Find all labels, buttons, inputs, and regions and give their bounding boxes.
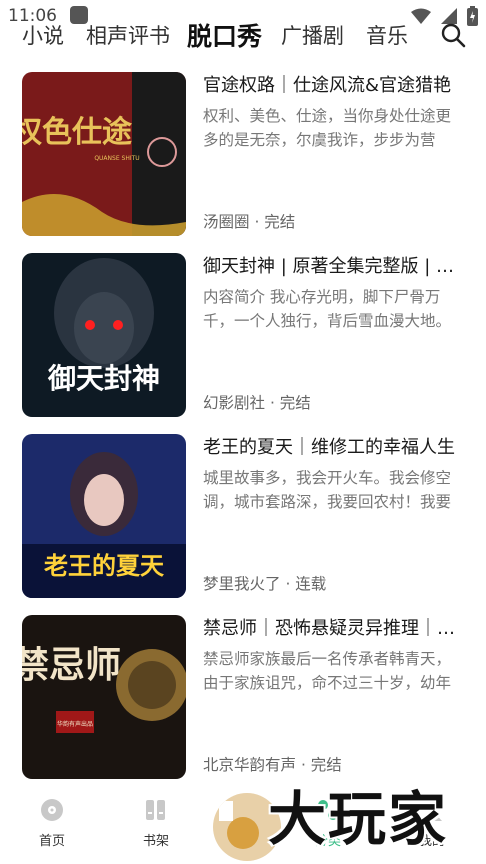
book-title: 禁忌师｜恐怖悬疑灵异推理｜多人剧 [203, 618, 465, 639]
list-item[interactable]: 老王的夏天 老王的夏天｜维修工的幸福人生 城里故事多，我会开火车。我会修空调，城… [0, 434, 486, 600]
cover-subtitle-text: QUANSE SHITU [94, 155, 139, 162]
nav-bookshelf[interactable]: 书架 [121, 798, 191, 849]
cover-title-text: 老王的夏天 [44, 552, 164, 580]
watermark: 大玩家 [206, 772, 486, 864]
book-title: 官途权路｜仕途风流&官途猎艳 [203, 75, 452, 96]
list-item[interactable]: 禁忌师 华韵有声出品 禁忌师｜恐怖悬疑灵异推理｜多人剧 禁忌师家族最后一名传承者… [0, 615, 486, 781]
book-cover: 禁忌师 华韵有声出品 [22, 615, 186, 779]
tab-novel[interactable]: 小说 [22, 20, 64, 50]
list-item[interactable]: 权色仕途 QUANSE SHITU 官途权路｜仕途风流&官途猎艳 权利、美色、仕… [0, 72, 486, 238]
book-cover: 御天封神 [22, 253, 186, 417]
book-author: 梦里我火了 [203, 575, 281, 593]
nav-label: 首页 [38, 834, 65, 849]
book-status: 完结 [279, 394, 311, 412]
book-description: 城里故事多，我会开火车。我会修空调，城市套路深，我要回农村！我要 [203, 469, 452, 511]
cover-title-text: 禁忌师 [22, 644, 121, 686]
book-description: 权利、美色、仕途，当你身处仕途更多的是无奈，尔虞我诈，步步为营 [203, 107, 452, 149]
tab-talkshow[interactable]: 脱口秀 [187, 17, 262, 53]
list-item[interactable]: 御天封神 御天封神 | 原著全集完整版 | 多人精品 内容简介 我心存光明，脚下… [0, 253, 486, 419]
nav-home[interactable]: 首页 [17, 798, 87, 849]
watermark-text: 大玩家 [268, 785, 449, 853]
tab-music[interactable]: 音乐 [366, 20, 408, 50]
book-meta: 梦里我火了 · 连载 [203, 575, 327, 593]
search-icon[interactable] [440, 22, 466, 48]
book-description: 禁忌师家族最后一名传承者韩青天，由于家族诅咒，命不过三十岁，幼年 [203, 650, 452, 692]
book-title: 御天封神 | 原著全集完整版 | 多人精品 [203, 256, 465, 277]
book-title: 老王的夏天｜维修工的幸福人生 [203, 437, 455, 458]
book-status: 连载 [295, 575, 327, 593]
cover-badge-text: 华韵有声出品 [57, 720, 93, 728]
category-tabbar: 小说 相声评书 脱口秀 广播剧 音乐 [0, 14, 486, 54]
bookshelf-icon [146, 800, 165, 820]
book-meta: 幻影剧社 · 完结 [203, 394, 311, 412]
cover-title-text: 御天封神 [47, 362, 160, 395]
book-author: 汤圈圈 [203, 213, 250, 231]
tab-radio-drama[interactable]: 广播剧 [281, 20, 344, 50]
book-description: 内容简介 我心存光明，脚下尸骨万千，一个人独行，背后雪血漫大地。 [203, 288, 452, 330]
disc-icon [41, 799, 63, 821]
book-author: 幻影剧社 [203, 394, 266, 412]
book-cover: 权色仕途 QUANSE SHITU [22, 72, 186, 236]
book-meta: 汤圈圈 · 完结 [203, 213, 296, 231]
book-cover: 老王的夏天 [22, 434, 186, 598]
nav-label: 书架 [142, 834, 169, 849]
tab-crosstalk[interactable]: 相声评书 [86, 20, 170, 50]
book-status: 完结 [264, 213, 296, 231]
cover-title-text: 权色仕途 [22, 115, 133, 150]
